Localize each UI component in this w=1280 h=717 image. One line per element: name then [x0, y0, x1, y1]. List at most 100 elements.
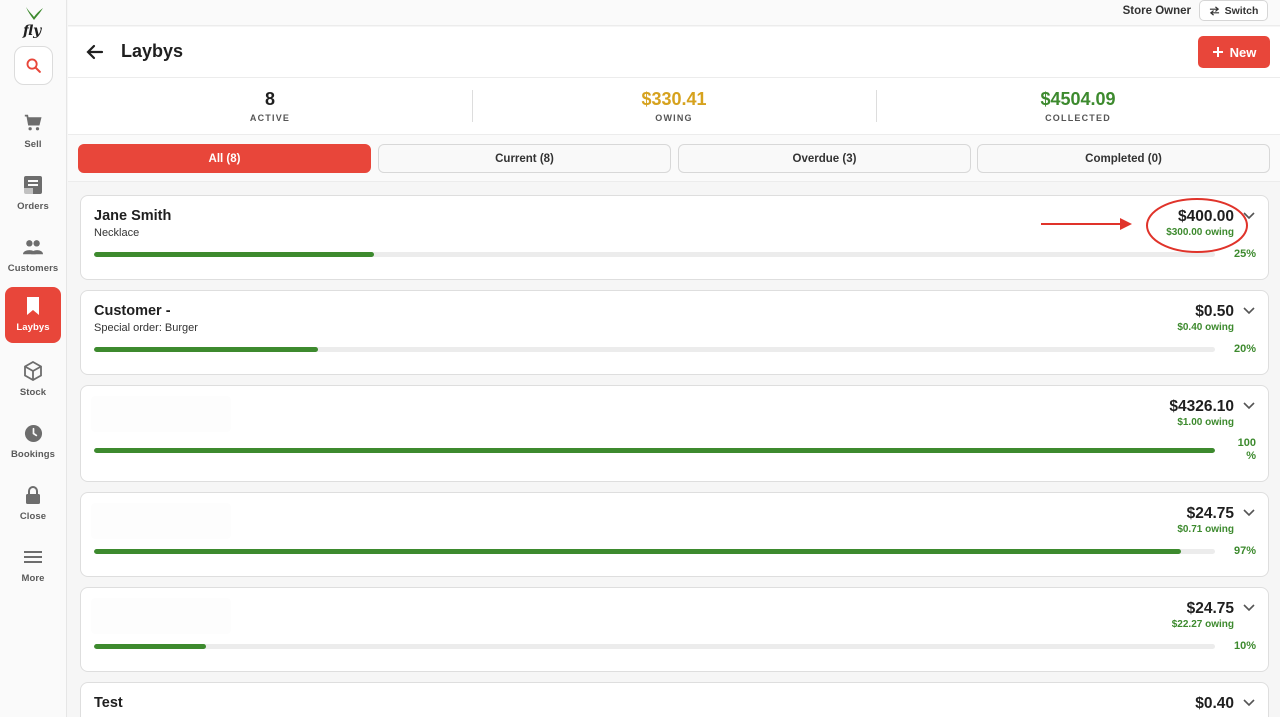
stat-value: $330.41: [641, 89, 707, 109]
layby-total: $24.75: [1186, 600, 1234, 617]
layby-card[interactable]: $24.75 $0.71 owing 97%: [80, 492, 1269, 577]
top-bar: Store Owner Switch: [68, 0, 1280, 26]
sidebar-item-more[interactable]: More: [5, 538, 61, 594]
cart-icon: [23, 113, 43, 133]
sidebar-item-label: Close: [19, 511, 47, 522]
progress-bar: [94, 347, 1215, 352]
stat-label: ACTIVE: [249, 113, 291, 123]
filter-overdue[interactable]: Overdue (3): [678, 144, 971, 173]
sidebar-item-label: Bookings: [10, 449, 56, 460]
sidebar-item-customers[interactable]: Customers: [5, 228, 61, 284]
filter-current[interactable]: Current (8): [378, 144, 671, 173]
chevron-down-icon[interactable]: [1242, 398, 1256, 412]
layby-owing: $0.40 owing: [1177, 322, 1234, 333]
filter-tabs: All (8) Current (8) Overdue (3) Complete…: [68, 135, 1280, 182]
sidebar-item-label: Laybys: [16, 322, 50, 333]
sidebar-item-stock[interactable]: Stock: [5, 352, 61, 408]
sidebar: fly Sell Orders Customers Laybys Stock B…: [0, 0, 67, 717]
new-layby-button[interactable]: New: [1198, 36, 1270, 68]
redacted-name: [91, 598, 231, 634]
layby-total: $0.40: [1195, 695, 1234, 712]
sidebar-item-laybys[interactable]: Laybys: [5, 287, 61, 343]
menu-icon: [23, 547, 43, 567]
progress-bar: [94, 644, 1215, 649]
progress-percent: 10%: [1233, 640, 1256, 652]
progress-percent: 100 %: [1237, 437, 1256, 462]
layby-card[interactable]: $24.75 $22.27 owing 10%: [80, 587, 1269, 672]
search-button[interactable]: [14, 46, 53, 85]
sidebar-item-sell[interactable]: Sell: [5, 104, 61, 160]
chevron-down-icon[interactable]: [1242, 695, 1256, 709]
stat-label: OWING: [655, 113, 693, 123]
fly-logo: fly: [18, 4, 48, 39]
layby-owing: $22.27 owing: [1171, 619, 1234, 630]
page-title: Laybys: [121, 41, 184, 61]
customer-name: Customer -: [94, 303, 171, 319]
sidebar-item-orders[interactable]: Orders: [5, 166, 61, 222]
search-icon: [26, 58, 41, 73]
switch-label: Switch: [1224, 4, 1259, 17]
redacted-name: [91, 396, 231, 432]
progress-fill: [94, 549, 1182, 554]
layby-item: Necklace: [94, 227, 140, 239]
lock-icon: [23, 485, 43, 505]
layby-total: $0.50: [1195, 303, 1234, 320]
sidebar-item-label: Orders: [17, 201, 49, 212]
progress-bar: [94, 252, 1215, 257]
redacted-name: [91, 503, 231, 539]
switch-button[interactable]: Switch: [1199, 0, 1268, 21]
sidebar-item-bookings[interactable]: Bookings: [5, 414, 61, 470]
chevron-down-icon[interactable]: [1242, 600, 1256, 614]
progress-fill: [94, 252, 375, 257]
stat-owing: $330.41 OWING: [472, 78, 876, 134]
annotation-arrow: [1041, 218, 1132, 230]
sidebar-item-label: Stock: [19, 387, 47, 398]
layby-card[interactable]: Customer - Special order: Burger $0.50 $…: [80, 290, 1269, 375]
receipt-icon: [23, 175, 43, 195]
layby-total: $4326.10: [1169, 398, 1234, 415]
svg-text:fly: fly: [22, 23, 42, 38]
progress-percent: 97%: [1233, 545, 1256, 557]
progress-bar: [94, 448, 1215, 453]
progress-fill: [94, 644, 207, 649]
progress-bar: [94, 549, 1215, 554]
page-header: Laybys New: [68, 27, 1280, 78]
swap-icon: [1209, 5, 1219, 16]
progress-percent: 20%: [1233, 343, 1256, 355]
layby-total: $24.75: [1186, 505, 1234, 522]
customer-name: Test: [94, 695, 123, 711]
arrow-left-icon: [86, 44, 104, 60]
filter-completed[interactable]: Completed (0): [977, 144, 1270, 173]
layby-owing: $1.00 owing: [1177, 417, 1234, 428]
layby-card[interactable]: $4326.10 $1.00 owing 100 %: [80, 385, 1269, 482]
stat-collected: $4504.09 COLLECTED: [876, 78, 1280, 134]
stats-bar: 8 ACTIVE $330.41 OWING $4504.09 COLLECTE…: [68, 78, 1280, 135]
annotation-circle: [1146, 198, 1248, 253]
sidebar-item-close[interactable]: Close: [5, 476, 61, 532]
stat-label: COLLECTED: [1045, 113, 1111, 123]
layby-card[interactable]: Test $0.40: [80, 682, 1269, 717]
layby-item: Special order: Burger: [94, 322, 198, 334]
filter-all[interactable]: All (8): [78, 144, 371, 173]
box-icon: [23, 361, 43, 381]
stat-active: 8 ACTIVE: [68, 78, 472, 134]
layby-card[interactable]: Jane Smith Necklace $400.00 $300.00 owin…: [80, 195, 1269, 280]
layby-owing: $0.71 owing: [1177, 524, 1234, 535]
users-icon: [23, 237, 43, 257]
user-role: Store Owner: [1122, 5, 1191, 17]
sidebar-item-label: Sell: [24, 139, 42, 150]
chevron-down-icon[interactable]: [1242, 505, 1256, 519]
bookmark-icon: [23, 296, 43, 316]
sidebar-item-label: Customers: [7, 263, 59, 274]
customer-name: Jane Smith: [94, 208, 172, 224]
chevron-down-icon[interactable]: [1242, 303, 1256, 317]
back-button[interactable]: [84, 41, 106, 63]
stat-value: 8: [264, 89, 275, 109]
progress-fill: [94, 347, 319, 352]
sidebar-item-label: More: [21, 573, 45, 584]
new-label: New: [1229, 44, 1257, 60]
clock-icon: [23, 423, 43, 443]
stat-value: $4504.09: [1040, 89, 1116, 109]
plus-icon: [1212, 47, 1223, 57]
progress-fill: [94, 448, 1215, 453]
